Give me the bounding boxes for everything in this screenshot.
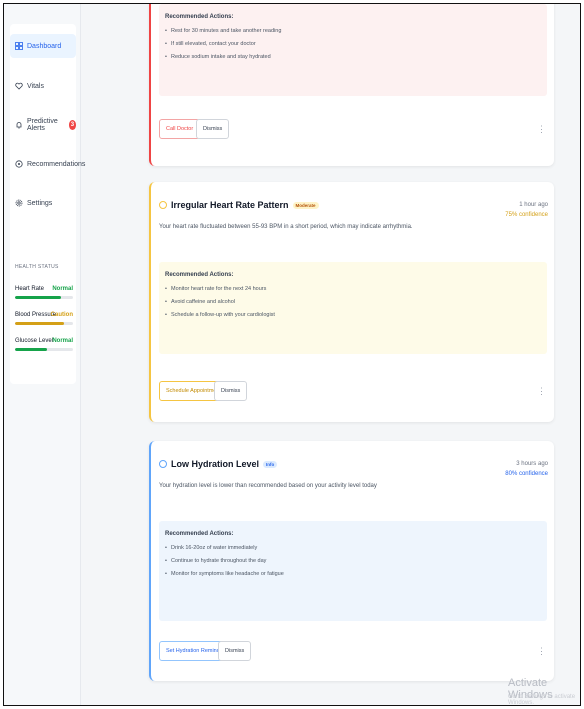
- more-options-icon[interactable]: ⋮: [537, 646, 546, 657]
- health-status-bar: [15, 322, 73, 325]
- alert-description: Your hydration level is lower than recom…: [159, 483, 377, 489]
- alert-title-row: Irregular Heart Rate Pattern Moderate: [159, 200, 319, 210]
- app-window: Dashboard Vitals Predictive Alerts 3 Rec…: [3, 3, 581, 706]
- sidebar-panel: Dashboard Vitals Predictive Alerts 3 Rec…: [10, 24, 85, 384]
- alert-card-irregular-heart-rate: Irregular Heart Rate Pattern Moderate Yo…: [149, 182, 554, 422]
- more-options-icon[interactable]: ⋮: [537, 386, 546, 397]
- alert-confidence: 75% confidence: [505, 212, 548, 218]
- sidebar-item-dashboard[interactable]: Dashboard: [10, 34, 76, 58]
- alert-card-partial: Recommended Actions: Rest for 30 minutes…: [149, 4, 554, 166]
- warning-icon: [159, 201, 167, 209]
- more-options-icon[interactable]: ⋮: [537, 124, 546, 135]
- alert-description: Your heart rate fluctuated between 55-93…: [159, 224, 413, 230]
- sidebar-item-settings[interactable]: Settings: [10, 191, 76, 215]
- dashboard-icon: [15, 42, 23, 50]
- severity-badge: Info: [263, 460, 278, 468]
- action-item: Avoid caffeine and alcohol: [165, 299, 541, 305]
- action-item: Continue to hydrate throughout the day: [165, 558, 541, 564]
- recommended-actions-box: Recommended Actions: Drink 16-20oz of wa…: [159, 521, 547, 621]
- recommended-actions-title: Recommended Actions:: [165, 272, 234, 278]
- alert-title-row: Low Hydration Level Info: [159, 459, 278, 469]
- health-status-bar-fill: [15, 348, 47, 351]
- health-status-value: Caution: [50, 312, 73, 318]
- sidebar-item-label: Vitals: [27, 82, 44, 90]
- action-item: Monitor for symptoms like headache or fa…: [165, 571, 541, 577]
- action-item: Reduce sodium intake and stay hydrated: [165, 54, 541, 60]
- action-item: Drink 16-20oz of water immediately: [165, 545, 541, 551]
- sidebar-item-vitals[interactable]: Vitals: [10, 74, 76, 98]
- alerts-feed: Recommended Actions: Rest for 30 minutes…: [81, 4, 580, 705]
- health-status-bar: [15, 296, 73, 299]
- alert-title: Low Hydration Level: [171, 459, 260, 469]
- activate-windows-subtext: Go to Settings to activate Windows.: [508, 694, 576, 706]
- info-icon: [159, 460, 167, 468]
- sidebar: Dashboard Vitals Predictive Alerts 3 Rec…: [4, 4, 85, 705]
- sidebar-item-label: Settings: [27, 199, 53, 207]
- alert-meta: 3 hours ago 80% confidence: [505, 459, 548, 479]
- health-status-bar-fill: [15, 296, 62, 299]
- severity-badge: Moderate: [292, 201, 319, 209]
- dismiss-button[interactable]: Dismiss: [196, 119, 230, 139]
- sidebar-item-recommendations[interactable]: Recommendations: [10, 152, 85, 176]
- health-status-bar: [15, 348, 73, 351]
- health-status-heading: HEALTH STATUS: [15, 264, 59, 270]
- lightbulb-icon: [15, 160, 23, 168]
- alert-title: Irregular Heart Rate Pattern: [171, 200, 289, 210]
- alert-meta: 1 hour ago 75% confidence: [505, 200, 548, 220]
- recommended-actions-title: Recommended Actions:: [165, 14, 234, 20]
- heart-icon: [15, 82, 23, 90]
- recommended-actions-box: Recommended Actions: Monitor heart rate …: [159, 262, 547, 354]
- recommended-actions-box: Recommended Actions: Rest for 30 minutes…: [159, 4, 547, 96]
- health-status-label: Heart Rate: [15, 286, 45, 292]
- sidebar-item-label: Predictive Alerts: [27, 118, 58, 132]
- health-status-value: Normal: [52, 286, 73, 292]
- action-item: Rest for 30 minutes and take another rea…: [165, 28, 541, 34]
- action-item: If still elevated, contact your doctor: [165, 41, 541, 47]
- alert-confidence: 80% confidence: [505, 471, 548, 477]
- bell-icon: [15, 121, 23, 129]
- action-item: Monitor heart rate for the next 24 hours: [165, 286, 541, 292]
- dismiss-button[interactable]: Dismiss: [218, 641, 252, 661]
- action-item: Schedule a follow-up with your cardiolog…: [165, 312, 541, 318]
- health-status-bar-fill: [15, 322, 65, 325]
- health-status-label: Glucose Level: [15, 338, 54, 344]
- sidebar-item-predictive-alerts[interactable]: Predictive Alerts 3: [10, 113, 76, 137]
- alert-count-badge: 3: [68, 120, 76, 130]
- alert-card-low-hydration: Low Hydration Level Info Your hydration …: [149, 441, 554, 681]
- health-status-value: Normal: [52, 338, 73, 344]
- gear-icon: [15, 199, 23, 207]
- recommended-actions-title: Recommended Actions:: [165, 531, 234, 537]
- sidebar-item-label: Dashboard: [27, 42, 62, 50]
- dismiss-button[interactable]: Dismiss: [214, 381, 248, 401]
- alert-timestamp: 3 hours ago: [516, 461, 548, 467]
- call-doctor-button[interactable]: Call Doctor: [159, 119, 201, 139]
- alert-timestamp: 1 hour ago: [519, 202, 548, 208]
- sidebar-item-label: Recommendations: [27, 160, 86, 168]
